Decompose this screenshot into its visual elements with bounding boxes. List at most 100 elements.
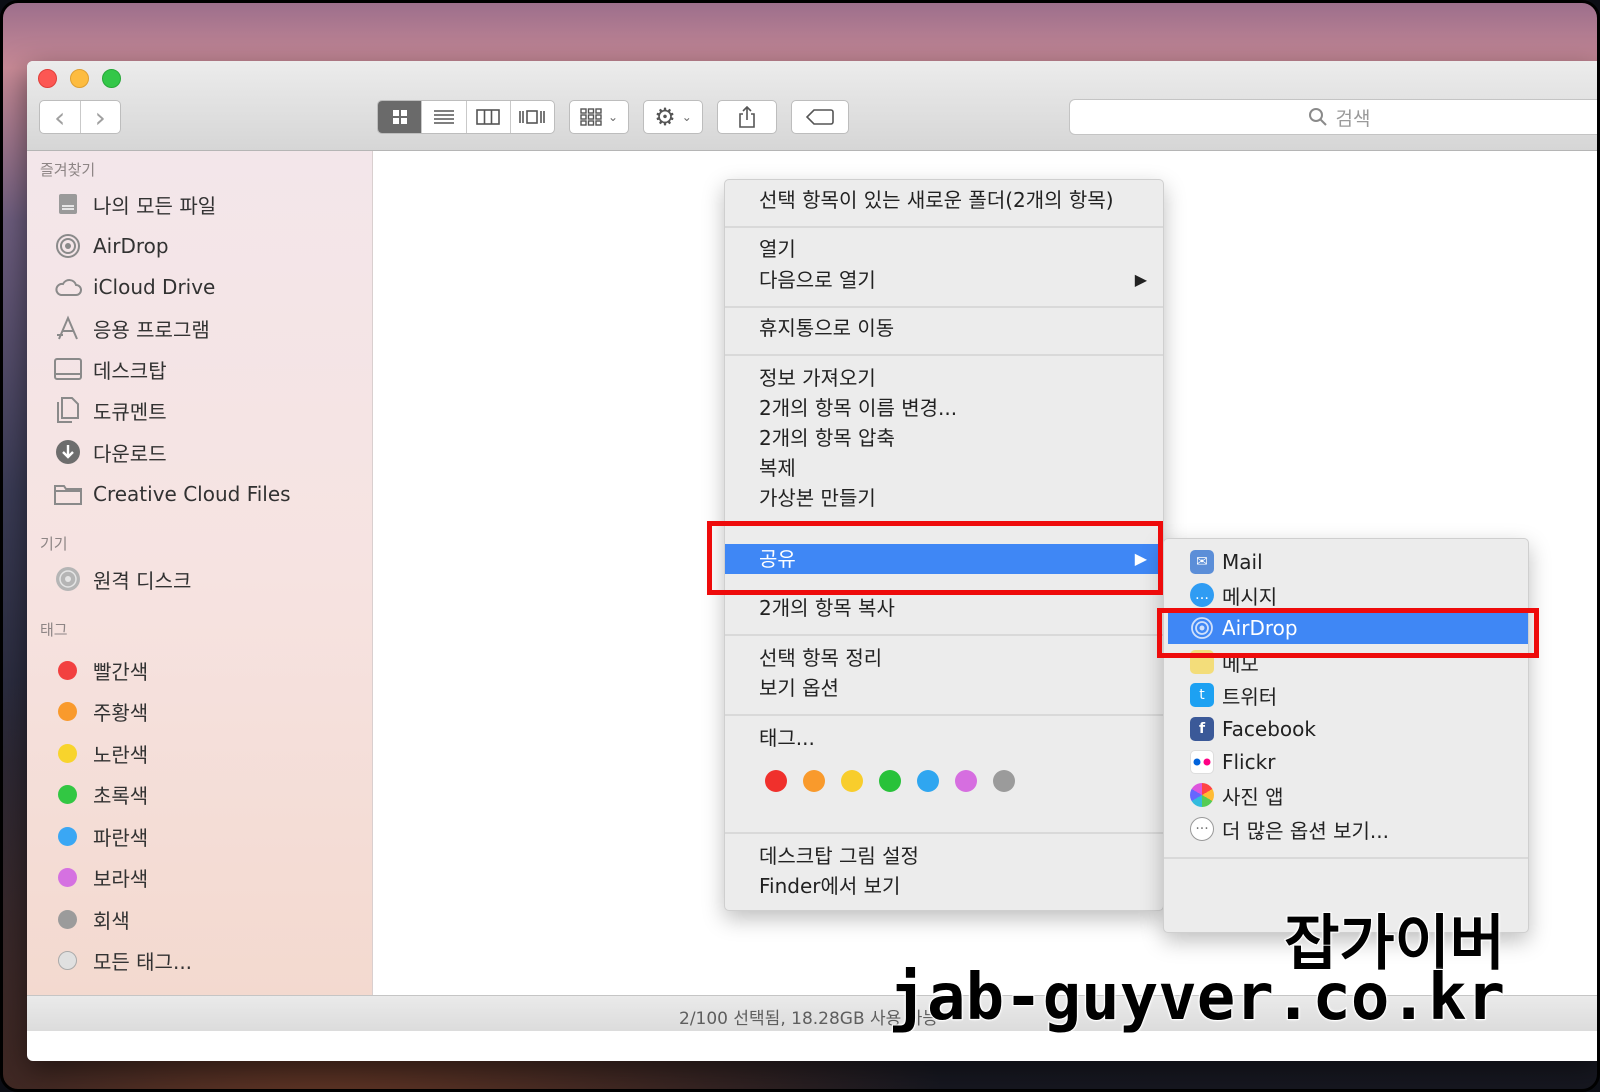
menu-item-open[interactable]: 열기 (759, 235, 796, 263)
gear-icon: ⚙ (654, 103, 676, 131)
sidebar-item-icloud[interactable]: iCloud Drive (53, 272, 215, 302)
tag-icon (806, 109, 834, 125)
minimize-button[interactable] (70, 69, 89, 88)
gallery-view-button[interactable] (511, 101, 554, 133)
share-submenu: ✉ Mail … 메시지 메모 AirDrop t 트위터 f Facebook (1163, 538, 1529, 933)
menu-separator (725, 354, 1163, 356)
menu-item-get-info[interactable]: 정보 가져오기 (759, 364, 876, 392)
tag-color-swatch[interactable] (955, 770, 977, 792)
desktop-icon (53, 354, 83, 384)
tags-header: 태그 (40, 621, 68, 639)
sidebar-item-creative-cloud[interactable]: Creative Cloud Files (53, 479, 291, 509)
sidebar-item-tag[interactable]: 주황색 (53, 697, 148, 727)
sidebar-item-label: 나의 모든 파일 (93, 193, 217, 218)
sidebar-item-remote-disc[interactable]: 원격 디스크 (53, 564, 191, 594)
tag-dot-icon (58, 826, 77, 846)
sidebar-item-label: AirDrop (93, 234, 169, 258)
share-item-photos[interactable]: 사진 앱 (1190, 780, 1284, 810)
devices-header: 기기 (40, 535, 68, 553)
menu-item-make-alias[interactable]: 가상본 만들기 (759, 484, 876, 512)
menu-item-move-to-trash[interactable]: 휴지통으로 이동 (759, 314, 894, 342)
edit-tags-button[interactable] (791, 100, 849, 134)
mail-icon: ✉ (1190, 550, 1214, 574)
action-button[interactable]: ⚙ ⌄ (643, 100, 703, 134)
icon-view-button[interactable] (378, 101, 423, 133)
tag-dot-icon (58, 660, 77, 680)
desktop-background: ‹ › ⌄ ⚙ ⌄ 검색 즐겨찾기 나의 모든 파일 AirDrop iClou… (0, 0, 1600, 1092)
tag-color-swatch[interactable] (803, 770, 825, 792)
share-item-flickr[interactable]: Flickr (1190, 747, 1275, 777)
list-icon (433, 110, 454, 124)
highlight-box-share (707, 521, 1163, 595)
sidebar-item-airdrop[interactable]: AirDrop (53, 231, 169, 261)
menu-item-open-with[interactable]: 다음으로 열기 (759, 266, 876, 294)
sidebar-item-label: 주황색 (93, 701, 149, 725)
sidebar-item-tag[interactable]: 노란색 (53, 738, 148, 768)
sidebar-item-tag[interactable]: 빨간색 (53, 655, 148, 685)
tag-dot-icon (58, 868, 77, 887)
sidebar-item-applications[interactable]: 응용 프로그램 (53, 313, 210, 343)
menu-item-duplicate[interactable]: 복제 (759, 454, 796, 482)
favorites-header: 즐겨찾기 (40, 161, 96, 179)
sidebar-item-label: 원격 디스크 (93, 568, 192, 593)
tag-color-swatch[interactable] (993, 770, 1015, 792)
menu-item-copy[interactable]: 2개의 항목 복사 (759, 594, 895, 622)
sidebar-item-downloads[interactable]: 다운로드 (53, 437, 167, 467)
back-button[interactable]: ‹ (40, 101, 81, 133)
menu-item-tags[interactable]: 태그... (759, 724, 815, 752)
search-field[interactable]: 검색 (1069, 99, 1597, 135)
arrange-button[interactable]: ⌄ (569, 100, 629, 134)
share-item-label: 메시지 (1222, 584, 1278, 609)
menu-item-compress[interactable]: 2개의 항목 압축 (759, 424, 895, 452)
menu-separator (725, 714, 1163, 716)
menu-item-clean-up[interactable]: 선택 항목 정리 (759, 644, 882, 672)
forward-button[interactable]: › (81, 101, 121, 133)
list-view-button[interactable] (422, 101, 467, 133)
share-item-twitter[interactable]: t 트위터 (1190, 680, 1277, 710)
tag-color-swatch[interactable] (841, 770, 863, 792)
highlight-box-airdrop (1157, 608, 1539, 658)
grid-icon (392, 110, 407, 124)
menu-item-new-folder[interactable]: 선택 항목이 있는 새로운 폴더(2개의 항목) (759, 186, 1114, 214)
sidebar: 즐겨찾기 나의 모든 파일 AirDrop iCloud Drive 응용 프로… (27, 151, 373, 995)
columns-icon (476, 109, 500, 125)
sidebar-item-desktop[interactable]: 데스크탑 (53, 354, 167, 384)
sidebar-item-all-files[interactable]: 나의 모든 파일 (53, 189, 216, 219)
menu-separator (725, 226, 1163, 228)
sidebar-item-tag[interactable]: 파란색 (53, 821, 148, 851)
flickr-icon (1190, 750, 1214, 774)
menu-separator (1164, 857, 1528, 859)
menu-item-view-options[interactable]: 보기 옵션 (759, 674, 839, 702)
menu-item-show-in-finder[interactable]: Finder에서 보기 (759, 872, 900, 900)
tag-dot-icon (58, 785, 77, 804)
share-item-more[interactable]: ··· 더 많은 옵션 보기... (1190, 814, 1389, 844)
menu-item-set-desktop-picture[interactable]: 데스크탑 그림 설정 (759, 842, 919, 870)
tag-color-swatch[interactable] (917, 770, 939, 792)
close-button[interactable] (38, 69, 57, 88)
zoom-button[interactable] (102, 69, 121, 88)
arrange-grid-icon (580, 108, 602, 126)
tag-color-swatch[interactable] (879, 770, 901, 792)
sidebar-item-tag[interactable]: 모든 태그... (53, 946, 192, 976)
share-button[interactable] (717, 100, 777, 134)
applications-icon (53, 313, 83, 343)
sidebar-item-label: 초록색 (93, 784, 149, 808)
sidebar-item-label: 빨간색 (93, 659, 149, 684)
view-mode-group (377, 100, 555, 134)
menu-item-rename[interactable]: 2개의 항목 이름 변경... (759, 394, 957, 422)
menu-separator (725, 634, 1163, 636)
documents-icon (53, 395, 83, 425)
sidebar-item-tag[interactable]: 보라색 (53, 863, 148, 893)
share-item-messages[interactable]: … 메시지 (1190, 580, 1277, 610)
column-view-button[interactable] (467, 101, 511, 133)
share-item-facebook[interactable]: f Facebook (1190, 714, 1316, 744)
share-item-mail[interactable]: ✉ Mail (1190, 547, 1263, 577)
sidebar-item-tag[interactable]: 초록색 (53, 780, 148, 810)
sidebar-item-tag[interactable]: 회색 (53, 904, 130, 934)
coverflow-icon (519, 110, 546, 124)
watermark-url: jab-guyver.co.kr (888, 960, 1506, 1036)
sidebar-item-documents[interactable]: 도큐멘트 (53, 395, 167, 425)
sidebar-item-label: Creative Cloud Files (93, 482, 291, 506)
tag-color-swatch[interactable] (765, 770, 787, 792)
share-item-label: 더 많은 옵션 보기... (1222, 818, 1389, 843)
